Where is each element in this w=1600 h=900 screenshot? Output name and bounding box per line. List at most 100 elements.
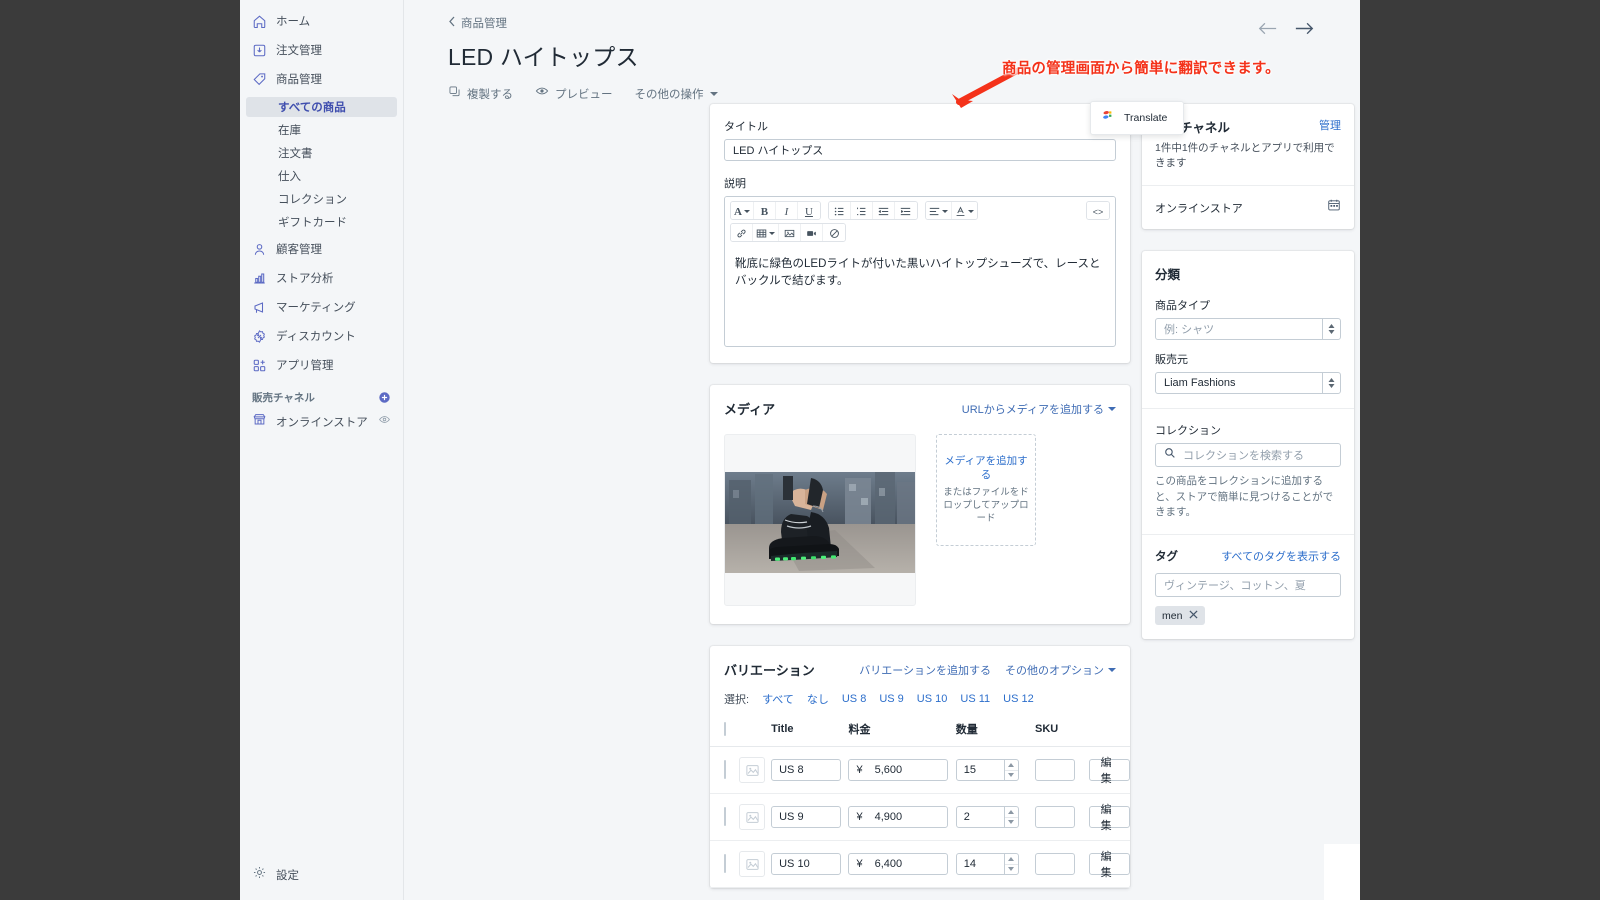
tags-input[interactable]: ヴィンテージ、コットン、夏 (1155, 573, 1341, 598)
row-checkbox[interactable] (724, 854, 726, 873)
sidebar-item-marketing[interactable]: マーケティング (246, 296, 397, 318)
row-checkbox[interactable] (724, 807, 726, 826)
sidebar-item-discounts[interactable]: ディスカウント (246, 325, 397, 347)
media-dropzone[interactable]: メディアを追加する またはファイルをドロップしてアップロード (936, 434, 1036, 546)
previous-record-icon[interactable] (1258, 22, 1277, 40)
quantity-decrement-icon[interactable] (1005, 818, 1018, 828)
manage-channels-link[interactable]: 管理 (1319, 117, 1341, 133)
select-option-none[interactable]: なし (807, 691, 829, 707)
variant-title-input[interactable]: US 10 (771, 853, 842, 875)
variant-quantity-stepper[interactable]: 15 (955, 759, 1019, 781)
sidebar-channel-online-store[interactable]: オンラインストア (246, 411, 397, 433)
product-type-select[interactable]: 例: シャツ (1155, 318, 1341, 341)
sidebar-subitem-all-products[interactable]: すべての商品 (246, 97, 397, 117)
variant-sku-input[interactable] (1035, 759, 1075, 781)
tag-chip[interactable]: men (1155, 606, 1206, 626)
quantity-increment-icon[interactable] (1004, 807, 1018, 818)
close-icon[interactable] (1189, 610, 1198, 622)
variant-image-placeholder-icon[interactable] (739, 757, 766, 783)
variant-title-input[interactable]: US 8 (771, 759, 842, 781)
add-variant-button[interactable]: バリエーションを追加する (859, 662, 991, 678)
select-option-all[interactable]: すべて (762, 691, 794, 707)
sidebar-item-settings[interactable]: 設定 (240, 864, 403, 886)
sidebar-subitem-collections[interactable]: コレクション (246, 189, 397, 209)
select-option-us8[interactable]: US 8 (842, 693, 866, 705)
translate-menu-item[interactable]: Translate (1124, 112, 1167, 124)
variant-quantity-stepper[interactable]: 2 (955, 806, 1019, 828)
text-color-icon[interactable] (951, 202, 977, 219)
add-channel-icon[interactable] (378, 391, 391, 404)
variant-quantity-stepper[interactable]: 14 (955, 853, 1019, 875)
link-icon[interactable] (731, 224, 753, 241)
sales-channel-online-store-row[interactable]: オンラインストア (1142, 186, 1354, 229)
quantity-decrement-icon[interactable] (1005, 865, 1018, 875)
sidebar-item-apps[interactable]: アプリ管理 (246, 354, 397, 376)
variant-edit-button[interactable]: 編集 (1088, 804, 1130, 832)
variant-edit-button[interactable]: 編集 (1088, 757, 1130, 785)
quantity-increment-icon[interactable] (1004, 760, 1018, 771)
select-option-us9[interactable]: US 9 (879, 693, 903, 705)
sidebar-subitem-transfers[interactable]: 仕入 (246, 166, 397, 186)
select-all-checkbox[interactable] (724, 722, 726, 736)
variant-price-input[interactable]: ¥ 5,600 (848, 759, 949, 781)
video-icon[interactable] (801, 224, 823, 241)
variant-image-placeholder-icon[interactable] (739, 804, 766, 830)
select-option-us10[interactable]: US 10 (917, 693, 948, 705)
variant-edit-button[interactable]: 編集 (1088, 851, 1130, 879)
vendor-select[interactable]: Liam Fashions (1155, 372, 1341, 395)
row-checkbox[interactable] (724, 760, 726, 779)
product-details-card: タイトル LED ハイトップス 説明 A B I U <> 靴底に緑色のLEDラ… (710, 104, 1130, 363)
calendar-icon[interactable] (1327, 198, 1341, 217)
variant-price-input[interactable]: ¥ 6,400 (848, 853, 949, 875)
select-option-us12[interactable]: US 12 (1003, 693, 1034, 705)
sidebar-subitem-label: コレクション (278, 194, 347, 206)
align-icon[interactable] (925, 202, 952, 219)
clear-format-icon[interactable] (823, 224, 845, 241)
code-icon[interactable]: <> (1087, 202, 1109, 219)
sidebar-subitem-purchase-orders[interactable]: 注文書 (246, 143, 397, 163)
bold-icon[interactable]: B (753, 202, 776, 219)
breadcrumb[interactable]: 商品管理 (404, 0, 1360, 32)
select-option-us11[interactable]: US 11 (960, 693, 990, 705)
indent-icon[interactable] (894, 202, 917, 219)
sidebar-item-home[interactable]: ホーム (246, 10, 397, 32)
image-icon[interactable] (779, 224, 801, 241)
more-actions-menu: Translate (1090, 101, 1184, 135)
quantity-increment-icon[interactable] (1004, 854, 1018, 865)
font-color-icon[interactable]: A (731, 202, 754, 219)
sidebar-subitem-gift-cards[interactable]: ギフトカード (246, 212, 397, 232)
description-text[interactable]: 靴底に緑色のLEDライトが付いた黒いハイトップシューズで、レースとバックルで結び… (725, 246, 1115, 346)
bulleted-list-icon[interactable] (828, 202, 851, 219)
more-actions-button[interactable]: その他の操作 (635, 86, 718, 102)
outdent-icon[interactable] (872, 202, 895, 219)
variant-image-placeholder-icon[interactable] (739, 851, 766, 877)
view-all-tags-link[interactable]: すべてのタグを表示する (1221, 548, 1341, 564)
preview-button[interactable]: プレビュー (535, 84, 613, 103)
numbered-list-icon[interactable] (850, 202, 873, 219)
table-icon[interactable] (753, 224, 779, 241)
add-media-from-url-button[interactable]: URLからメディアを追加する (962, 401, 1116, 417)
table-row[interactable]: US 10 ¥ 6,400 14 編集 (710, 840, 1130, 888)
sidebar-item-analytics[interactable]: ストア分析 (246, 267, 397, 289)
table-row[interactable]: US 8 ¥ 5,600 15 編集 (710, 746, 1130, 794)
table-row[interactable]: US 9 ¥ 4,900 2 編集 (710, 793, 1130, 841)
title-input[interactable]: LED ハイトップス (724, 139, 1116, 161)
next-record-icon[interactable] (1295, 22, 1314, 40)
sidebar-item-products[interactable]: 商品管理 (246, 68, 397, 90)
variant-price-input[interactable]: ¥ 4,900 (848, 806, 949, 828)
sidebar-subitem-label: 注文書 (278, 148, 313, 160)
quantity-decrement-icon[interactable] (1005, 771, 1018, 781)
duplicate-button[interactable]: 複製する (448, 85, 513, 103)
sidebar-subitem-inventory[interactable]: 在庫 (246, 120, 397, 140)
preview-store-eye-icon[interactable] (378, 413, 391, 431)
sidebar-item-orders[interactable]: 注文管理 (246, 39, 397, 61)
variant-sku-input[interactable] (1035, 806, 1075, 828)
underline-icon[interactable]: U (797, 202, 820, 219)
variant-more-options-button[interactable]: その他のオプション (1005, 662, 1116, 678)
sidebar-item-customers[interactable]: 顧客管理 (246, 238, 397, 260)
collections-search-input[interactable]: コレクションを検索する (1155, 443, 1341, 468)
italic-icon[interactable]: I (775, 202, 798, 219)
media-thumbnail[interactable] (724, 434, 916, 606)
variant-title-input[interactable]: US 9 (771, 806, 842, 828)
variant-sku-input[interactable] (1035, 853, 1075, 875)
